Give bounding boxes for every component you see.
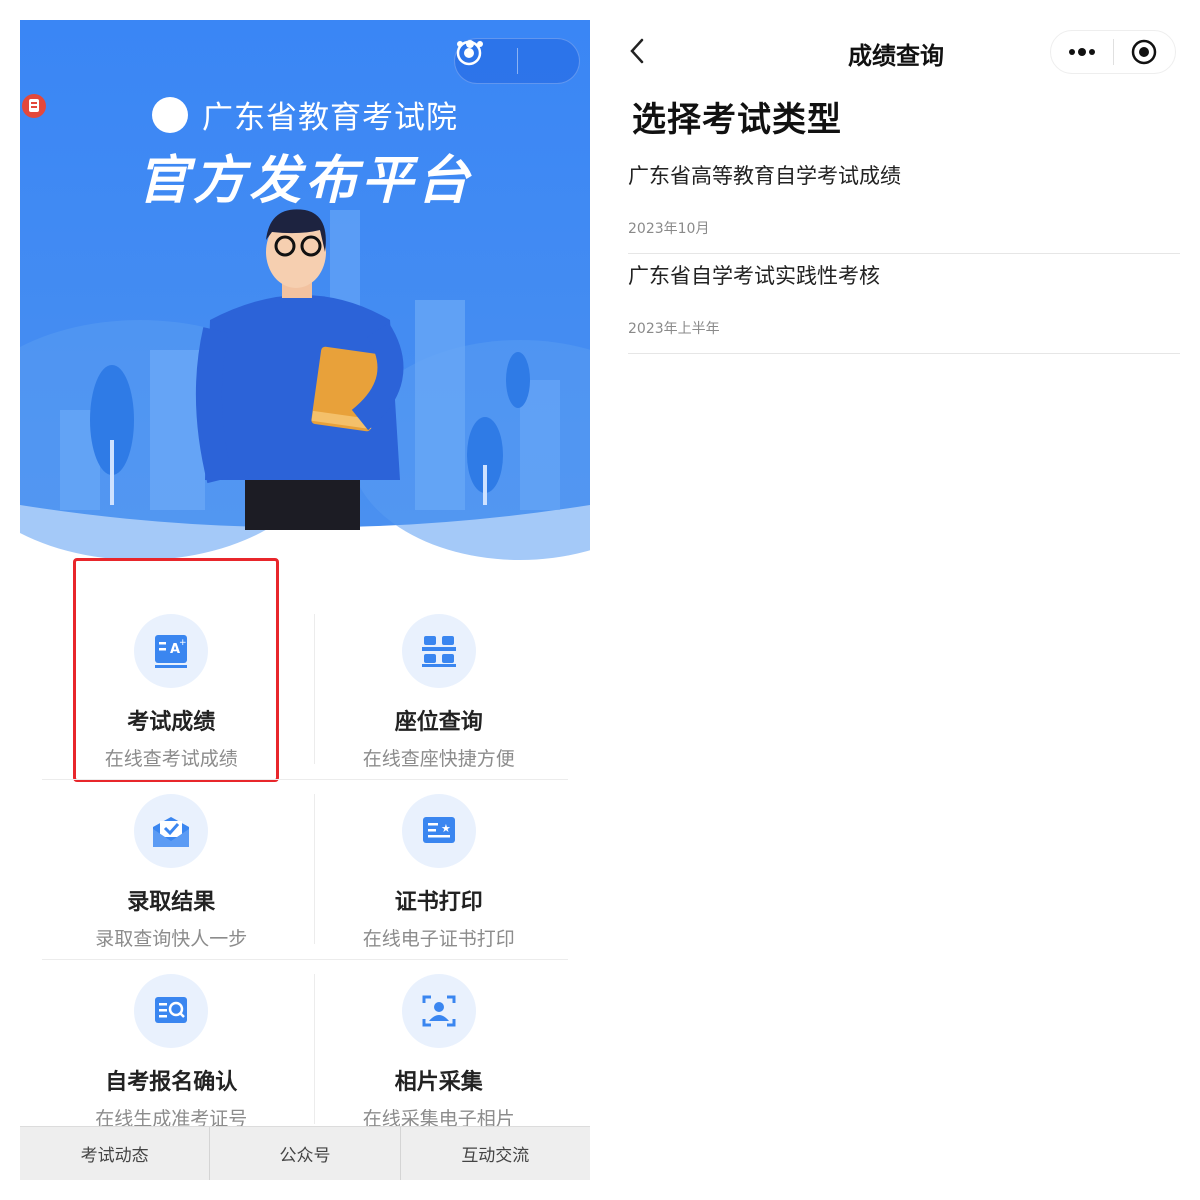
service-subtitle: 在线查座快捷方便 — [362, 748, 515, 770]
exam-name: 广东省高等教育自学考试成绩 — [628, 164, 901, 188]
certificate-icon: ★ — [401, 794, 476, 868]
service-title: 证书打印 — [394, 890, 483, 915]
tab-interaction[interactable]: 互动交流 — [399, 1127, 590, 1180]
service-admission-result[interactable]: 录取结果 录取查询快人一步 — [42, 780, 301, 960]
grid-divider — [314, 794, 315, 944]
service-subtitle: 在线查考试成绩 — [104, 748, 238, 770]
grid-divider — [314, 614, 315, 764]
photo-capture-icon — [401, 974, 476, 1048]
exam-authority-logo-icon — [22, 94, 188, 133]
service-row: 自考报名确认 在线生成准考证号 相片采集 在线采集电子相片 — [42, 960, 568, 1140]
exam-type-list: 广东省高等教育自学考试成绩 2023年10月 广东省自学考试实践性考核 2023… — [628, 154, 1180, 354]
service-title: 相片采集 — [394, 1070, 483, 1095]
navigation-bar: 成绩查询 — [612, 20, 1180, 84]
grid-divider — [314, 974, 315, 1124]
service-photo-capture[interactable]: 相片采集 在线采集电子相片 — [310, 960, 569, 1140]
org-header: 广东省教育考试院 — [20, 92, 590, 137]
service-certificate-print[interactable]: ★ 证书打印 在线电子证书打印 — [310, 780, 569, 960]
svg-text:★: ★ — [441, 822, 451, 835]
service-grid: A+ 考试成绩 在线查考试成绩 座位查询 在线查座快捷方便 录取结果 录取查询 — [42, 600, 568, 1140]
home-screen: 广东省教育考试院 官方发布平台 A + 考试成绩 在线查考试成绩 座位查询 在线查… — [20, 20, 590, 1180]
service-title: 考试成绩 — [127, 710, 216, 735]
list-item[interactable]: 广东省自学考试实践性考核 2023年上半年 — [628, 254, 1180, 354]
miniprogram-capsule — [454, 38, 580, 84]
service-seat-query[interactable]: 座位查询 在线查座快捷方便 — [310, 600, 569, 780]
service-row: 录取结果 录取查询快人一步 ★ 证书打印 在线电子证书打印 — [42, 780, 568, 960]
list-item[interactable]: 广东省高等教育自学考试成绩 2023年10月 — [628, 154, 1180, 254]
score-a-plus-icon: A + — [134, 614, 209, 688]
service-subtitle: 在线电子证书打印 — [362, 928, 515, 950]
exam-date: 2023年上半年 — [628, 321, 720, 337]
tab-exam-news[interactable]: 考试动态 — [20, 1127, 209, 1180]
hero-banner: 广东省教育考试院 官方发布平台 — [20, 20, 590, 580]
svg-text:+: + — [179, 638, 187, 648]
platform-title: 官方发布平台 — [136, 151, 473, 211]
search-document-icon — [134, 974, 209, 1048]
score-query-screen: 成绩查询 选择考试类型 广东省高等教育自学考试成绩 2023年10月 广东省自学… — [612, 20, 1180, 380]
service-title: 座位查询 — [394, 710, 483, 735]
service-title: 录取结果 — [127, 890, 216, 915]
service-row: A + 考试成绩 在线查考试成绩 座位查询 在线查座快捷方便 — [42, 600, 568, 780]
miniprogram-capsule — [1050, 30, 1176, 74]
service-exam-score[interactable]: A + 考试成绩 在线查考试成绩 — [42, 600, 301, 780]
more-dots-icon[interactable] — [1051, 30, 1113, 74]
service-registration-confirm[interactable]: 自考报名确认 在线生成准考证号 — [42, 960, 301, 1140]
org-name: 广东省教育考试院 — [202, 100, 458, 136]
tab-official-account[interactable]: 公众号 — [209, 1127, 399, 1180]
exam-name: 广东省自学考试实践性考核 — [628, 264, 880, 288]
section-heading: 选择考试类型 — [632, 100, 842, 140]
service-subtitle: 录取查询快人一步 — [95, 928, 248, 950]
target-circle-icon[interactable] — [456, 38, 579, 84]
bottom-tab-bar: 考试动态 公众号 互动交流 — [20, 1126, 590, 1180]
service-title: 自考报名确认 — [105, 1070, 238, 1095]
target-circle-icon[interactable] — [1113, 30, 1175, 74]
exam-date: 2023年10月 — [628, 221, 710, 237]
seats-icon — [401, 614, 476, 688]
envelope-check-icon — [134, 794, 209, 868]
